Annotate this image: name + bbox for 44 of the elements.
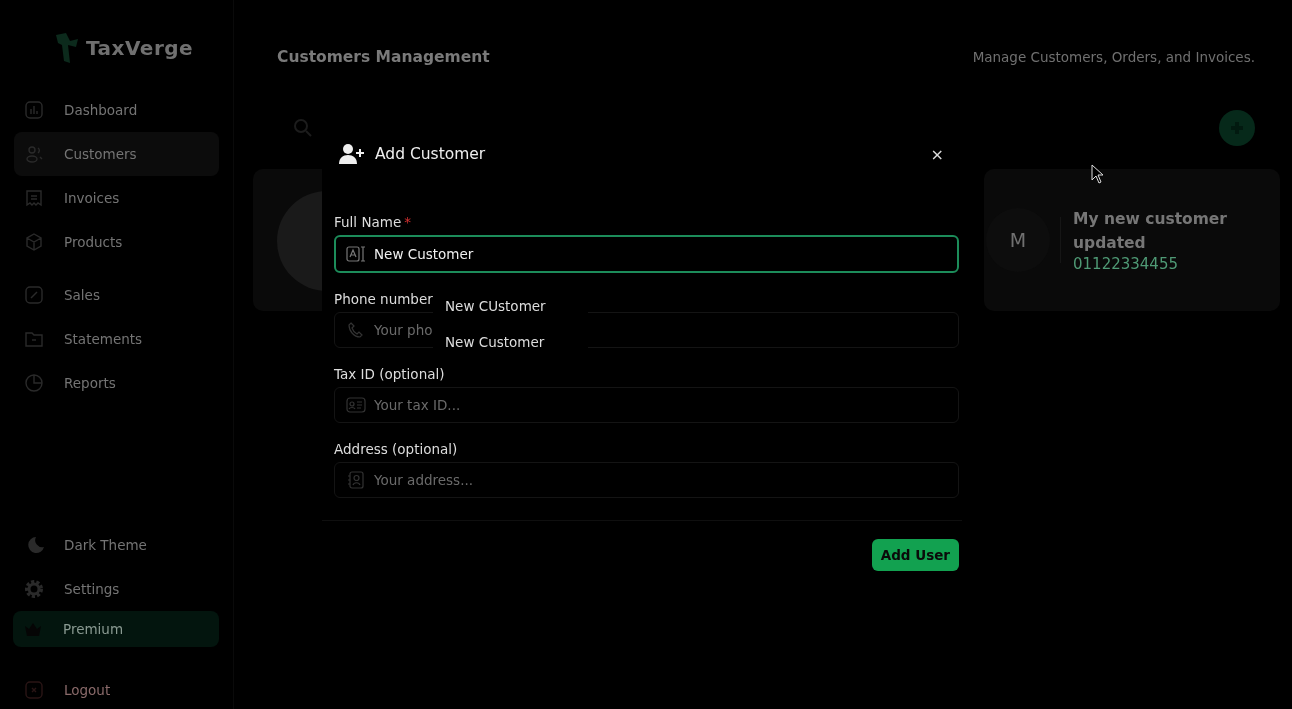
nav-item[interactable]: Statements (14, 317, 219, 361)
nav-item[interactable]: Dashboard (14, 88, 219, 132)
add-button[interactable] (1219, 110, 1255, 146)
field-label: Address (optional) (334, 441, 458, 457)
nav-item[interactable]: Sales (14, 273, 219, 317)
page-subtitle: Manage Customers, Orders, and Invoices. (972, 49, 1255, 65)
add-user-button[interactable]: Add User (871, 539, 959, 571)
settings-icon (24, 579, 44, 599)
sidebar-link[interactable]: Logout (14, 671, 219, 709)
input-field[interactable]: Your address... (334, 462, 959, 498)
page-title: Customers Management (277, 48, 490, 66)
close-square-icon (24, 680, 44, 700)
nav-item[interactable]: Customers (14, 132, 219, 176)
close-button[interactable]: × (924, 144, 950, 164)
nav-icon (24, 144, 44, 164)
nav-icon (24, 100, 44, 120)
add-user-icon (339, 143, 365, 165)
nav-item[interactable]: Products (14, 220, 219, 264)
id-card-icon (346, 396, 366, 414)
text-cursor-icon (346, 245, 366, 263)
contact-card-icon (346, 471, 366, 489)
customer-name: My new customer updated (1073, 209, 1228, 254)
customer-card[interactable]: M My new customer updated 01122334455 (984, 169, 1280, 311)
sidebar-link[interactable]: Dark Theme (14, 523, 219, 567)
input-field[interactable]: New Customer (334, 235, 959, 273)
mouse-pointer-icon (1091, 164, 1104, 184)
nav-item[interactable]: Invoices (14, 176, 219, 220)
input-field[interactable]: Your tax ID... (334, 387, 959, 423)
search-icon[interactable] (293, 118, 313, 138)
field-label: Phone number (334, 291, 433, 307)
premium-button[interactable]: Premium (13, 611, 219, 647)
nav-icon (24, 373, 44, 393)
customer-phone: 01122334455 (1073, 255, 1179, 273)
nav-icon (24, 232, 44, 252)
nav-icon (24, 285, 44, 305)
nav-icon (24, 329, 44, 349)
field-label: Full Name (334, 214, 402, 230)
field-label: Tax ID (optional) (334, 366, 445, 382)
dialog-title: Add Customer (375, 145, 487, 163)
required-marker: * (404, 214, 411, 230)
logo-text: TaxVerge (86, 36, 194, 60)
nav-item[interactable]: Reports (14, 361, 219, 405)
sidebar-link[interactable]: Settings (14, 567, 219, 611)
nav-icon (24, 188, 44, 208)
